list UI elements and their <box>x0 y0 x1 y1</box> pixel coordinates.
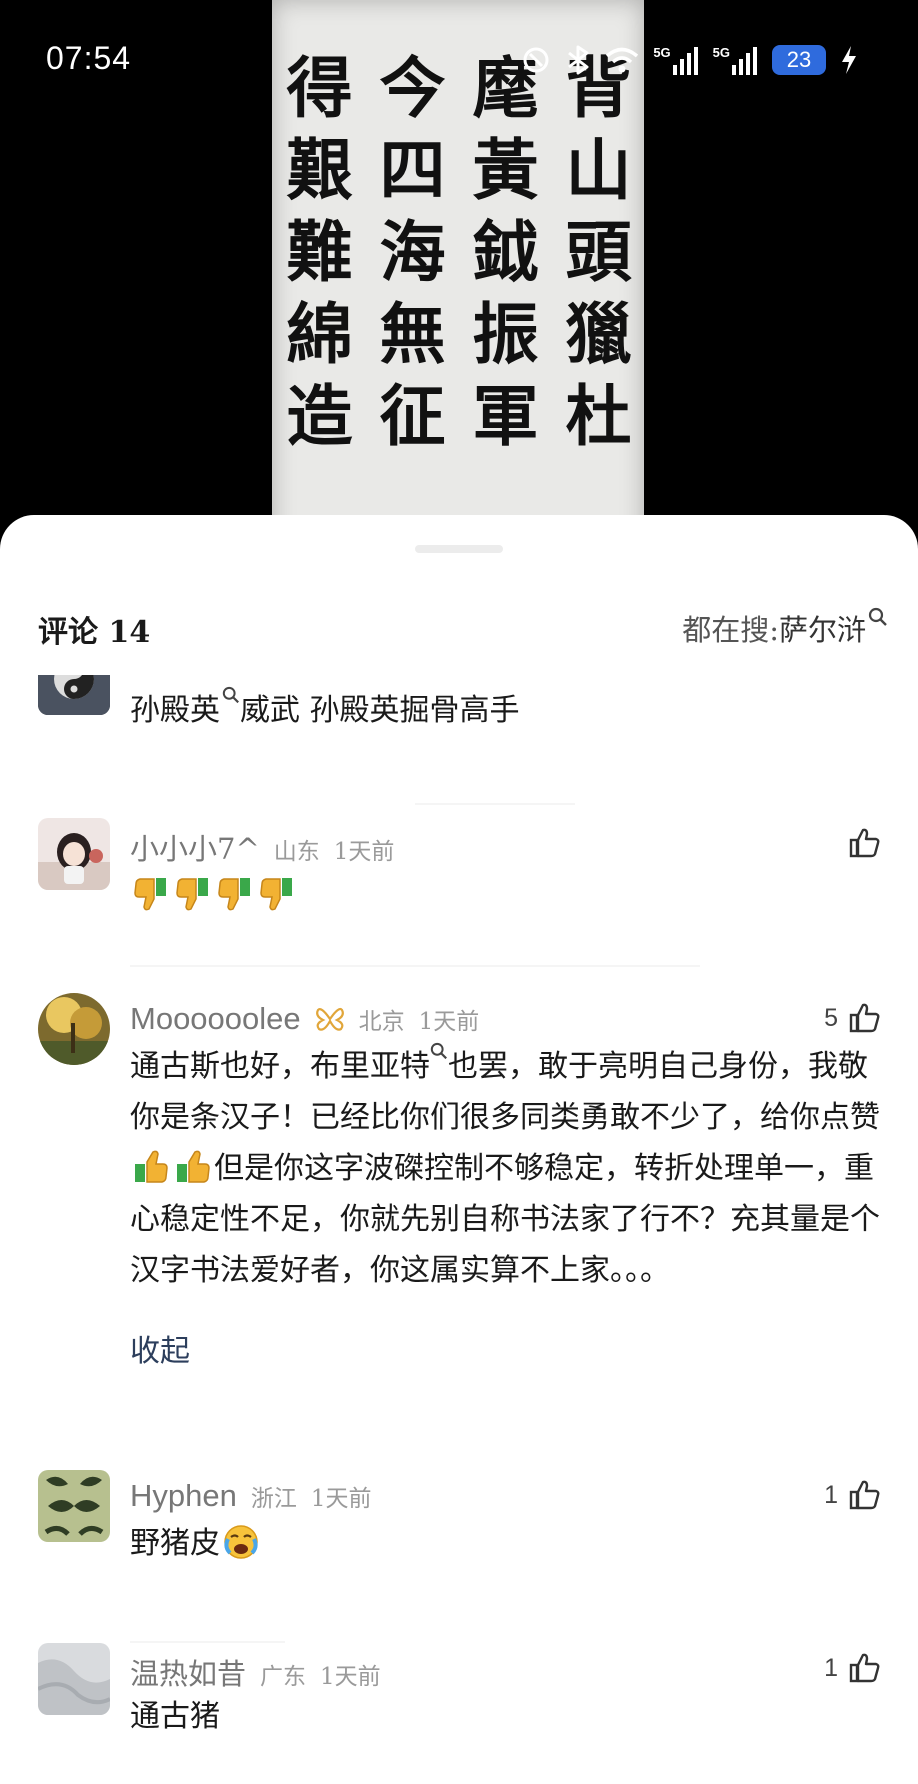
crying-face-emoji-icon <box>224 1525 258 1559</box>
comment-meta: Moooooolee 北京 1天前 <box>130 1001 479 1037</box>
like-count: 5 <box>824 1003 838 1032</box>
collapse-button[interactable]: 收起 <box>130 1326 190 1370</box>
divider <box>415 803 575 805</box>
signal-label: 5G <box>653 45 671 60</box>
comment-item: Hyphen 浙江 1天前 1 野猪皮 <box>0 1470 918 1610</box>
calligraphy-glyph: 造 <box>286 377 353 455</box>
comment-text: 但是你这字波磔控制不够稳定，转折处理单一，重心稳定性不足，你就先别自称书法家了行… <box>130 1151 880 1288</box>
calligraphy-glyph: 無 <box>379 295 446 373</box>
username[interactable]: 温热如昔 <box>130 1651 246 1693</box>
username[interactable]: Hyphen <box>130 1478 237 1514</box>
comment-text: 野猪皮 <box>130 1526 220 1561</box>
calligraphy-glyph: 難 <box>286 213 353 291</box>
like-button[interactable]: 1 <box>824 1478 882 1512</box>
calligraphy-glyph: 頭 <box>565 213 632 291</box>
username[interactable]: Moooooolee <box>130 1001 301 1037</box>
status-bar: 07:54 5G 5G 23 <box>0 0 918 120</box>
battery-level: 23 <box>772 45 826 75</box>
comment-meta: Hyphen 浙江 1天前 <box>130 1478 372 1514</box>
search-icon <box>430 1042 447 1060</box>
comment-text: 通古猪 <box>130 1699 220 1734</box>
comment-text: 通古斯也好，布里亚特 <box>130 1049 430 1084</box>
calligraphy-glyph: 四 <box>379 131 446 209</box>
avatar[interactable] <box>38 993 110 1065</box>
status-icons: 5G 5G 23 <box>521 40 858 80</box>
thumbs-up-emoji-icon <box>177 1150 210 1183</box>
comment-sheet-header: 评论 14 都在搜: 萨尔浒 <box>0 595 918 675</box>
calligraphy-glyph: 獵 <box>565 295 632 373</box>
avatar[interactable] <box>38 818 110 890</box>
app-notification-icon <box>521 45 551 75</box>
comment-body: 孙殿英 威武 孙殿英掘骨高手 <box>130 685 885 736</box>
calligraphy-glyph: 杜 <box>565 377 632 455</box>
calligraphy-glyph: 黃 <box>472 131 539 209</box>
sheet-drag-handle[interactable] <box>415 545 503 553</box>
thumbs-up-icon <box>849 828 880 858</box>
search-icon <box>868 607 887 626</box>
thumbs-up-icon <box>849 1003 880 1033</box>
calligraphy-glyph: 山 <box>565 131 632 209</box>
search-term-link[interactable]: 孙殿英 <box>130 693 220 728</box>
calligraphy-glyph: 振 <box>472 295 539 373</box>
avatar[interactable] <box>38 1643 110 1715</box>
comment-meta: 小小小7^ 山东 1天前 <box>130 826 394 868</box>
timestamp: 1天前 <box>418 1009 480 1035</box>
like-count: 1 <box>824 1480 838 1509</box>
butterfly-badge-icon <box>315 1007 344 1031</box>
location: 浙江 <box>250 1486 297 1512</box>
thumbs-up-icon <box>849 1480 880 1510</box>
comment-sheet: 评论 14 都在搜: 萨尔浒 孙殿英 威武 孙殿英掘骨高手 小小小7^ 山东 1… <box>0 515 918 1784</box>
comment-body: 通古猪 <box>130 1691 885 1742</box>
thumbs-down-emoji-icon <box>218 878 250 911</box>
nfc-icon <box>565 45 591 75</box>
comment-item: 温热如昔 广东 1天前 1 通古猪 <box>0 1643 918 1783</box>
like-button[interactable]: 5 <box>824 1001 882 1035</box>
comment-item: 小小小7^ 山东 1天前 <box>0 818 918 938</box>
thumbs-down-emoji-icon <box>260 878 292 911</box>
comment-item: Moooooolee 北京 1天前 5 通古斯也好，布里亚特 也罢，敢于亮明自己身… <box>0 993 918 1393</box>
divider <box>130 965 700 967</box>
comment-body: 通古斯也好，布里亚特 也罢，敢于亮明自己身份，我敬你是条汉子！已经比你们很多同类勇… <box>130 1041 885 1296</box>
calligraphy-glyph: 綿 <box>286 295 353 373</box>
wifi-icon <box>605 46 639 74</box>
thumbs-up-icon <box>849 1653 880 1683</box>
comments-title: 评论 14 <box>38 615 151 650</box>
comment-meta: 温热如昔 广东 1天前 <box>130 1651 381 1693</box>
search-icon <box>222 686 239 704</box>
thumbs-down-emoji-icon <box>176 878 208 911</box>
thumbs-up-emoji-icon <box>135 1150 168 1183</box>
calligraphy-glyph: 艱 <box>286 131 353 209</box>
like-button[interactable] <box>848 826 882 860</box>
cellular-signal-icon: 5G <box>713 45 758 75</box>
charging-icon <box>840 45 858 75</box>
timestamp: 1天前 <box>310 1486 372 1512</box>
calligraphy-glyph: 征 <box>379 377 446 455</box>
comment-body <box>130 870 885 921</box>
like-button[interactable]: 1 <box>824 1651 882 1685</box>
thumbs-down-emoji-icon <box>134 878 166 911</box>
signal-label: 5G <box>712 45 730 60</box>
username[interactable]: 小小小7^ <box>130 826 260 868</box>
timestamp: 1天前 <box>320 1664 381 1690</box>
like-count: 1 <box>824 1653 838 1682</box>
hot-search-link[interactable]: 都在搜: 萨尔浒 <box>682 607 888 649</box>
calligraphy-glyph: 軍 <box>472 377 539 455</box>
timestamp: 1天前 <box>333 839 395 865</box>
calligraphy-glyph: 海 <box>379 213 446 291</box>
comment-body: 野猪皮 <box>130 1518 885 1569</box>
location: 广东 <box>260 1664 307 1690</box>
cellular-signal-icon: 5G <box>653 45 698 75</box>
calligraphy-glyph: 鉞 <box>472 213 539 291</box>
hot-search-term: 萨尔浒 <box>778 613 866 647</box>
location: 山东 <box>273 839 320 865</box>
status-time: 07:54 <box>46 40 132 76</box>
hot-search-label: 都在搜: <box>682 613 779 647</box>
location: 北京 <box>358 1009 405 1035</box>
avatar[interactable] <box>38 1470 110 1542</box>
comment-text: 威武 孙殿英掘骨高手 <box>240 693 520 728</box>
